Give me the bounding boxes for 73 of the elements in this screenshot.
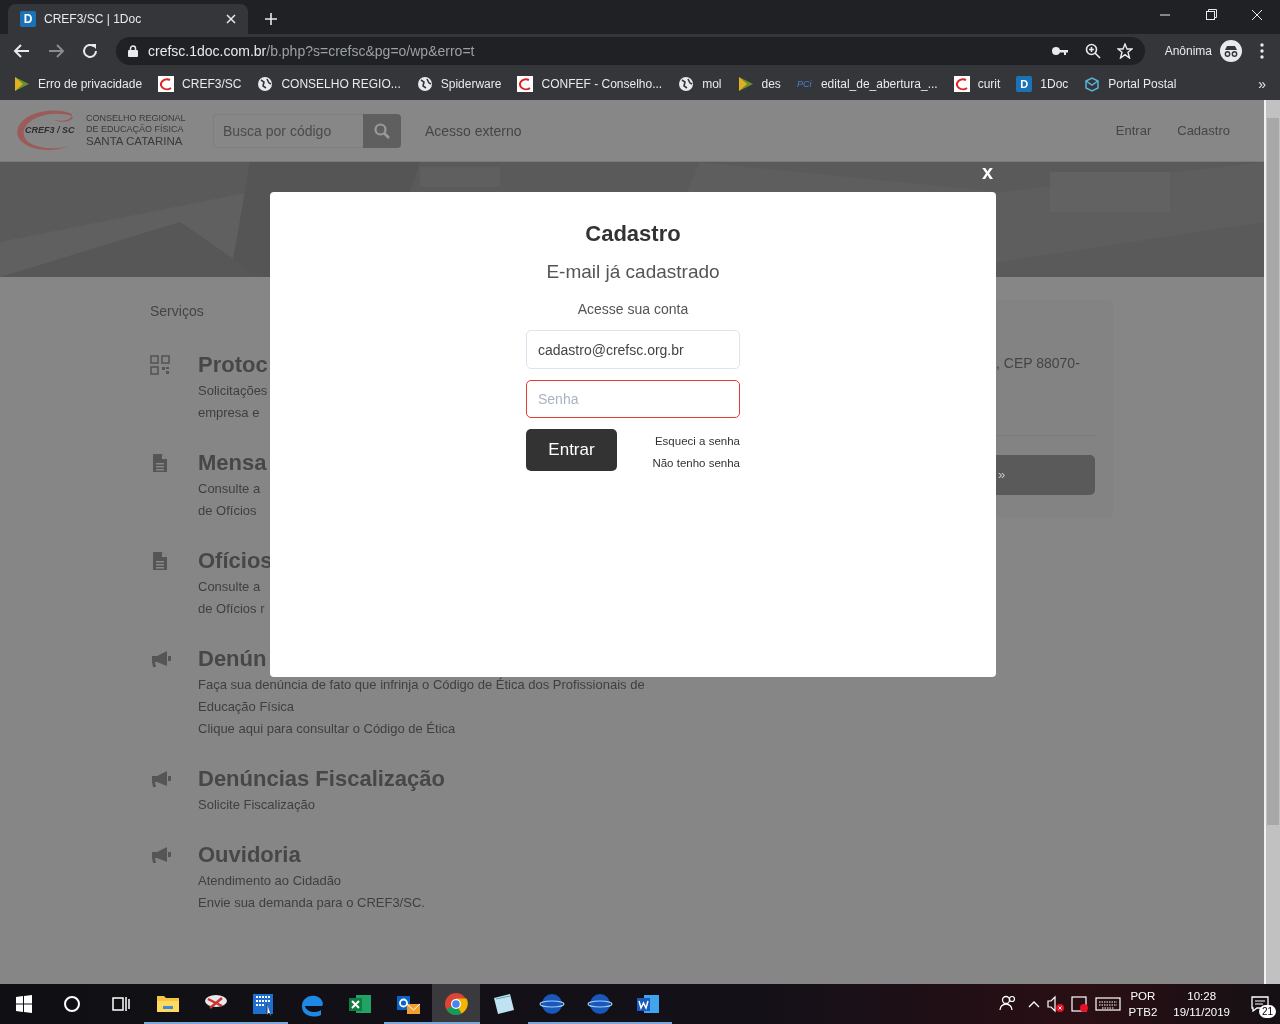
bookmark-item[interactable]: D 1Doc — [1016, 76, 1069, 92]
lock-icon — [128, 45, 138, 57]
search-icon — [374, 122, 390, 139]
bookmark-item[interactable]: CREF3/SC — [158, 76, 242, 92]
search-field[interactable]: Busca por código — [213, 113, 363, 148]
new-tab-icon[interactable] — [264, 12, 278, 26]
bookmark-item[interactable]: CONFEF - Conselho... — [517, 76, 663, 92]
globe-icon — [257, 76, 274, 92]
modal-title: Cadastro — [585, 220, 681, 248]
key-icon[interactable] — [1050, 45, 1069, 57]
logo-text: CREF3 / SC — [25, 124, 75, 135]
menu-icon[interactable] — [1260, 43, 1264, 59]
notification-button[interactable]: 21 — [1240, 984, 1280, 1024]
logo-icon — [158, 76, 175, 92]
document-icon: D — [1016, 76, 1033, 92]
reload-icon[interactable] — [80, 41, 100, 61]
service-description: Solicitações — [198, 382, 268, 400]
bookmark-item[interactable]: Spiderware — [416, 76, 502, 92]
password-field[interactable]: Senha — [526, 380, 740, 418]
service-description: de Ofícios r — [198, 600, 265, 618]
card-button[interactable]: » — [996, 455, 1095, 495]
service-description: de Ofícios — [198, 502, 257, 520]
globe-icon — [416, 76, 433, 92]
service-description: Atendimento ao Cidadão — [198, 872, 342, 890]
email-field[interactable]: cadastro@crefsc.org.br — [526, 330, 740, 369]
logo-text: DE EDUCAÇÃO FÍSICA — [86, 124, 185, 135]
scrollbar-thumb[interactable] — [1267, 118, 1279, 825]
globe-icon — [678, 76, 695, 92]
service-description: Educação Física — [198, 698, 295, 716]
service-description: Faça sua denúncia de fato que infrinja o Código de Ética dos Profissionais de — [198, 676, 645, 694]
profile-name[interactable]: Anônima — [1164, 44, 1212, 58]
login-button[interactable]: Entrar — [526, 429, 617, 471]
flag-icon — [737, 76, 754, 92]
service-description: empresa e — [198, 404, 260, 422]
section-heading: Serviços — [150, 302, 204, 321]
modal-subtitle: E-mail já cadastrado — [546, 260, 720, 284]
notification-count: 21 — [1258, 1005, 1276, 1018]
service-description: Solicite Fiscalização — [198, 796, 316, 814]
scrollbar[interactable] — [1264, 100, 1280, 984]
incognito-icon[interactable] — [1220, 40, 1242, 62]
bookmark-item[interactable]: curit — [953, 76, 1001, 92]
pci-icon: PCi — [796, 79, 813, 89]
logo-text: SANTA CATARINA — [86, 135, 184, 148]
prompt-text: Acesse sua conta — [577, 300, 689, 318]
service-description: Consulte a — [198, 480, 261, 498]
clock-time[interactable]: 10:28 — [1187, 988, 1217, 1004]
bookmark-item[interactable]: mol — [678, 76, 722, 92]
bookmark-item[interactable]: CONSELHO REGIO... — [257, 76, 401, 92]
more-bookmarks-button[interactable]: » — [1258, 76, 1266, 92]
bookmark-item[interactable]: PCi edital_de_abertura_... — [796, 77, 938, 91]
link[interactable]: Esqueci a senha — [654, 433, 740, 449]
service-description: Envie sua demanda para o CREF3/SC. — [198, 894, 425, 912]
language-indicator[interactable]: POR — [1130, 988, 1156, 1004]
address-bar[interactable]: crefsc.1doc.com.br/b.php?s=crefsc&pg=o/wp&erro=t — [116, 37, 1145, 65]
address-text: , CEP 88070- — [996, 354, 1081, 371]
star-icon[interactable] — [1116, 43, 1133, 59]
bookmark-item[interactable]: Erro de privacidade — [14, 76, 143, 92]
close-icon[interactable] — [226, 14, 236, 24]
language-indicator[interactable]: PTB2 — [1128, 1004, 1158, 1020]
logo-text: CONSELHO REGIONAL — [86, 113, 186, 124]
service-description: Clique aqui para consultar o Código de Ética — [198, 720, 456, 738]
favicon-icon: D — [20, 11, 36, 27]
service-description: Consulte a — [198, 578, 261, 596]
logo-icon — [517, 76, 534, 92]
bookmark-item[interactable]: Portal Postal — [1084, 76, 1177, 92]
close-button[interactable]: x — [982, 160, 994, 184]
zoom-icon[interactable] — [1084, 43, 1101, 59]
logo-icon — [953, 76, 970, 92]
link[interactable]: Não tenho senha — [652, 455, 740, 471]
browser-tab[interactable]: D CREF3/SC | 1Doc — [8, 4, 248, 34]
clock-date[interactable]: 19/11/2019 — [1173, 1004, 1230, 1020]
bookmark-item[interactable]: des — [737, 76, 781, 92]
flag-icon — [14, 76, 30, 92]
